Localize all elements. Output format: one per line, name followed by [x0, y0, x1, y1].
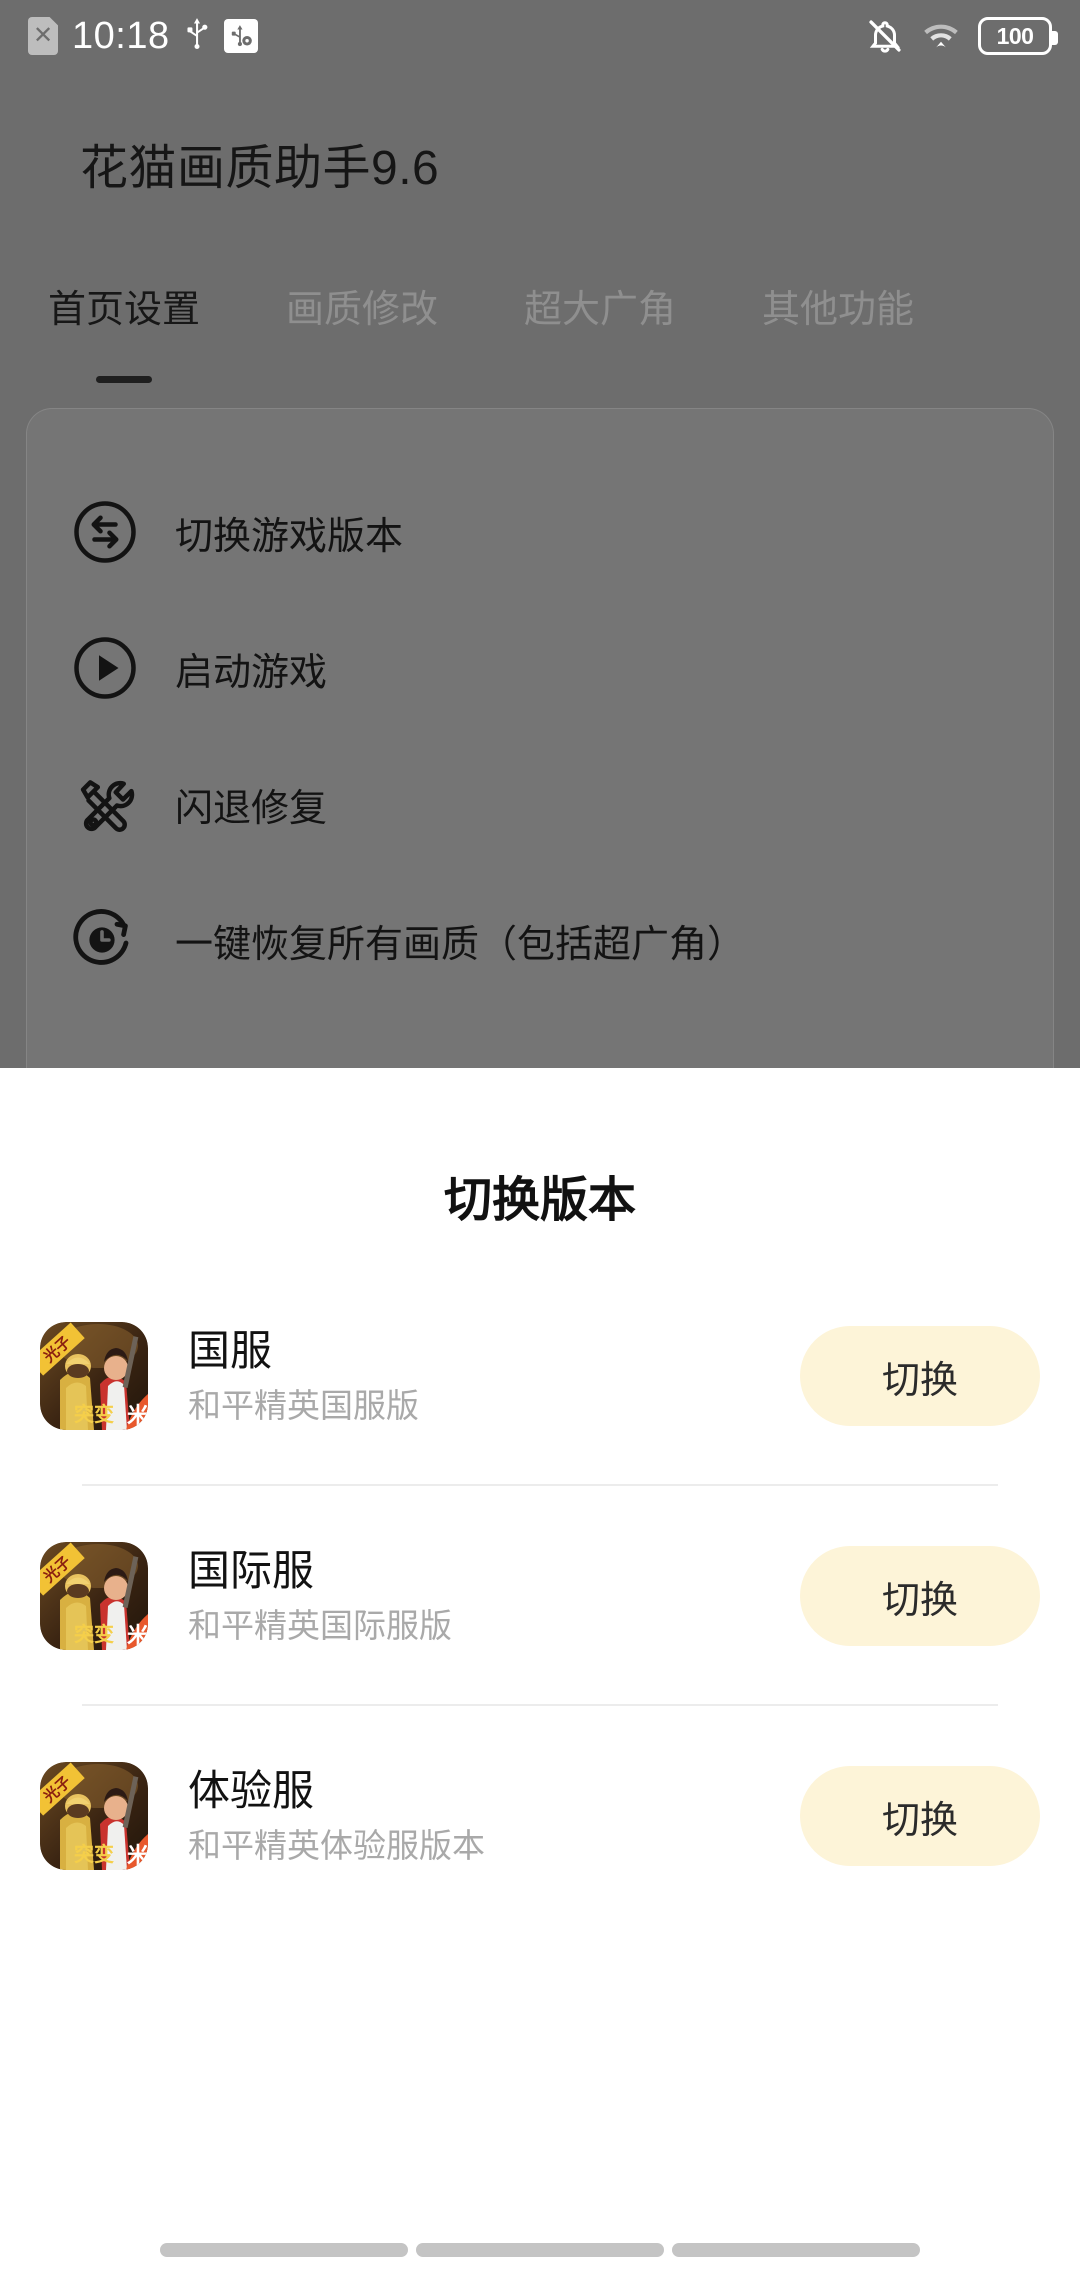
list-item-text: 国服 和平精英国服版 — [188, 1326, 800, 1426]
tab-wide-angle[interactable]: 超大广角 — [524, 278, 676, 339]
tab-label: 首页设置 — [48, 289, 201, 331]
list-item-title: 体验服 — [188, 1766, 315, 1814]
list-item-subtitle: 和平精英国际服版 — [188, 1607, 452, 1645]
game-app-icon: 光子 突变 米 — [40, 1762, 148, 1870]
game-app-icon: 光子 突变 米 — [40, 1322, 148, 1430]
svg-text:突变: 突变 — [74, 1402, 114, 1426]
list-item[interactable]: 光子 突变 米 体验服 和平精英体验服版本 切换 — [0, 1706, 1080, 1926]
usb-debugging-icon — [223, 19, 258, 53]
menu-item-label: 闪退修复 — [175, 787, 328, 830]
usb-icon — [184, 17, 210, 55]
status-bar-left: ✕ 10:18 — [28, 15, 258, 58]
switch-button[interactable]: 切换 — [800, 1326, 1040, 1426]
svg-text:突变: 突变 — [74, 1622, 114, 1646]
menu-item-switch-game-version[interactable]: 切换游戏版本 — [27, 481, 1055, 583]
menu-item-restore-all-quality[interactable]: 一键恢复所有画质（包括超广角） — [27, 889, 1055, 991]
swap-arrows-circle-icon — [69, 496, 141, 568]
tab-active-underline — [96, 376, 152, 383]
game-app-icon: 光子 突变 米 — [40, 1542, 148, 1650]
tab-label: 画质修改 — [286, 289, 439, 331]
tab-bar: 首页设置 画质修改 超大广角 其他功能 — [0, 278, 1080, 383]
svg-text:突变: 突变 — [74, 1842, 114, 1866]
sheet-title: 切换版本 — [443, 1174, 636, 1227]
battery-indicator: 100 — [978, 17, 1058, 55]
phone-screen: ✕ 10:18 100 花猫画质助手9.6 首页设置 画质修改 超大广角 其他功… — [0, 0, 1080, 2280]
list-item-subtitle: 和平精英体验服版本 — [188, 1827, 485, 1865]
list-item-text: 国际服 和平精英国际服版 — [188, 1546, 800, 1646]
list-item-text: 体验服 和平精英体验服版本 — [188, 1766, 800, 1866]
tab-label: 其他功能 — [762, 289, 915, 331]
nav-pill-home[interactable] — [416, 2243, 664, 2257]
menu-item-label: 启动游戏 — [175, 651, 328, 694]
switch-button[interactable]: 切换 — [800, 1546, 1040, 1646]
status-bar-right: 100 — [866, 17, 1058, 55]
battery-level-text: 100 — [996, 22, 1034, 49]
background-app-dimmed: ✕ 10:18 100 花猫画质助手9.6 首页设置 画质修改 超大广角 其他功… — [0, 0, 1080, 1068]
list-item-title: 国际服 — [188, 1546, 315, 1594]
list-item-subtitle: 和平精英国服版 — [188, 1387, 419, 1425]
restore-clock-icon — [69, 904, 141, 976]
menu-item-launch-game[interactable]: 启动游戏 — [27, 617, 1055, 719]
list-item[interactable]: 光子 突变 米 国服 和平精英国服版 切换 — [0, 1266, 1080, 1486]
list-item-title: 国服 — [188, 1326, 273, 1374]
svg-text:米: 米 — [127, 1623, 148, 1648]
status-bar: ✕ 10:18 100 — [0, 0, 1080, 72]
home-menu-card: 切换游戏版本 启动游戏 闪退修复 一键恢复所有画质（包括超广角） — [26, 408, 1054, 1068]
menu-item-crash-fix[interactable]: 闪退修复 — [27, 753, 1055, 855]
system-navigation-bar — [0, 2220, 1080, 2280]
svg-text:米: 米 — [127, 1403, 148, 1428]
nav-pill-recents[interactable] — [160, 2243, 408, 2257]
switch-button[interactable]: 切换 — [800, 1766, 1040, 1866]
page-title: 花猫画质助手9.6 — [80, 142, 440, 195]
menu-item-label: 一键恢复所有画质（包括超广角） — [175, 923, 746, 966]
tools-wrench-screwdriver-icon — [69, 768, 141, 840]
version-list: 光子 突变 米 国服 和平精英国服版 切换 光子 突变 米 国际服 和平精英国际… — [0, 1266, 1080, 1926]
tab-label: 超大广角 — [524, 289, 677, 331]
sim-card-off-icon: ✕ — [28, 17, 58, 55]
bell-off-icon — [866, 17, 904, 55]
svg-text:米: 米 — [127, 1843, 148, 1868]
tab-other-features[interactable]: 其他功能 — [762, 278, 914, 339]
list-item[interactable]: 光子 突变 米 国际服 和平精英国际服版 切换 — [0, 1486, 1080, 1706]
menu-item-label: 切换游戏版本 — [175, 515, 404, 558]
status-bar-clock: 10:18 — [72, 14, 170, 57]
play-circle-icon — [69, 632, 141, 704]
tab-home-settings[interactable]: 首页设置 — [48, 278, 201, 383]
tab-quality-edit[interactable]: 画质修改 — [286, 278, 438, 339]
wifi-icon — [922, 17, 960, 55]
nav-pill-back[interactable] — [672, 2243, 920, 2257]
